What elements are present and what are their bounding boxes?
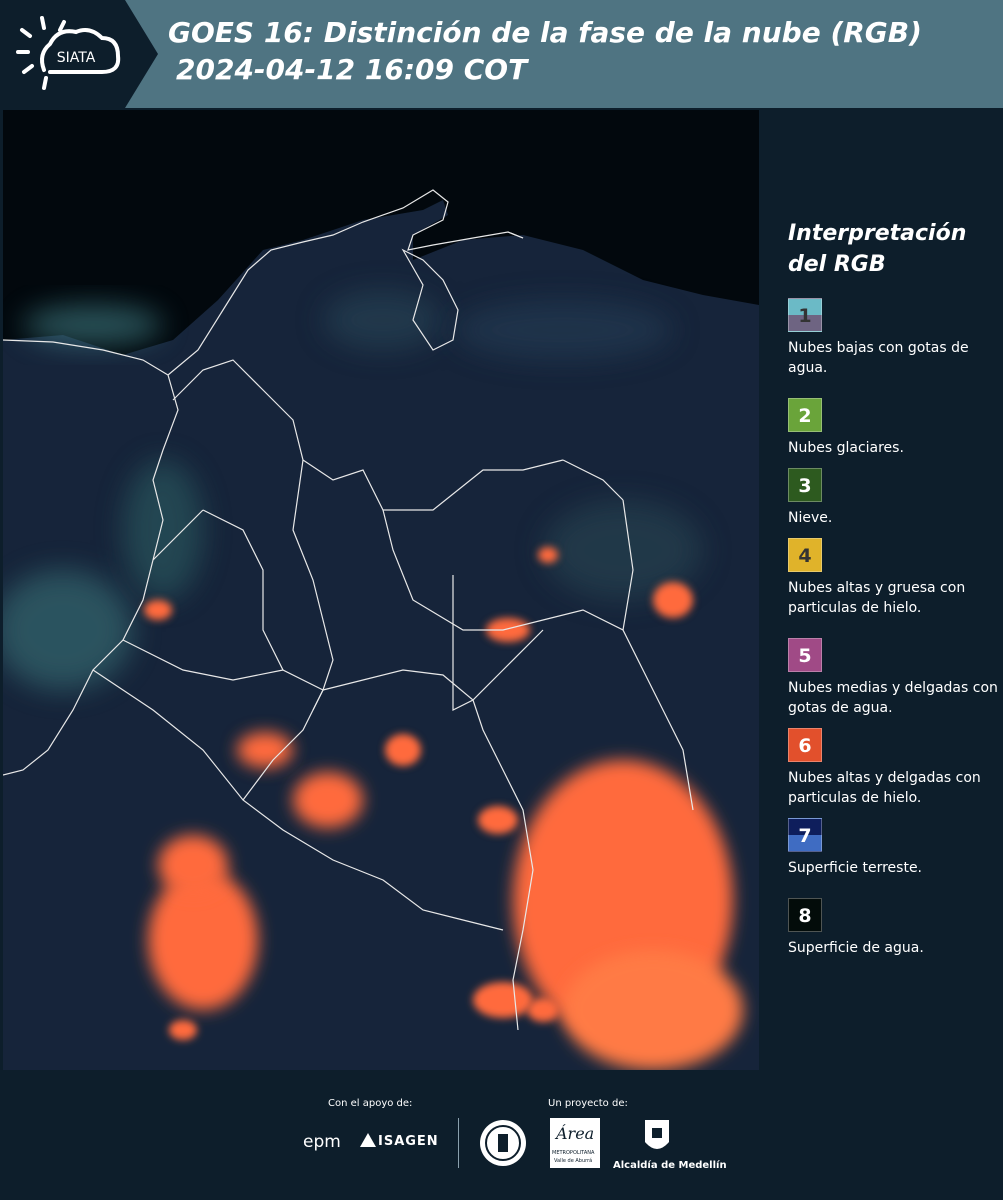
legend-label: Nieve. bbox=[788, 510, 833, 526]
area-metropolitana-logo: Área METROPOLITANA Valle de Aburrá bbox=[550, 1118, 600, 1168]
legend-swatch: 6 bbox=[788, 728, 822, 762]
legend-number: 1 bbox=[798, 305, 812, 327]
page-title: GOES 16: Distinción de la fase de la nub… bbox=[168, 14, 922, 88]
legend-swatch: 5 bbox=[788, 638, 822, 672]
legend-label: Nubes altas y delgadas con particulas de… bbox=[788, 770, 981, 806]
legend-item-4: 4 Nubes altas y gruesa con particulas de … bbox=[788, 538, 998, 618]
satellite-map[interactable] bbox=[3, 110, 759, 1070]
title-line-1: GOES 16: Distinción de la fase de la nub… bbox=[168, 16, 922, 49]
epm-logo: epm bbox=[303, 1132, 341, 1152]
legend-item-3: 3 Nieve. bbox=[788, 468, 998, 528]
legend-swatch: 7 bbox=[788, 818, 822, 852]
legend-label: Nubes altas y gruesa con particulas de h… bbox=[788, 580, 966, 616]
alcaldia-text: Alcaldía de Medellín bbox=[613, 1160, 727, 1171]
legend-number: 7 bbox=[798, 825, 812, 847]
legend-item-8: 8 Superficie de agua. bbox=[788, 898, 998, 958]
legend-label: Superficie terreste. bbox=[788, 860, 923, 876]
legend-label: Nubes medias y delgadas con gotas de agu… bbox=[788, 680, 998, 716]
legend-number: 5 bbox=[798, 645, 812, 667]
medellin-seal-icon bbox=[480, 1120, 526, 1166]
footer: Con el apoyo de: Un proyecto de: epm ISA… bbox=[0, 1070, 1003, 1200]
isagen-icon bbox=[360, 1133, 376, 1147]
alcaldia-shield-icon bbox=[645, 1120, 669, 1149]
legend-item-6: 6 Nubes altas y delgadas con particulas d… bbox=[788, 728, 998, 808]
legend-number: 4 bbox=[798, 545, 812, 567]
legend-number: 8 bbox=[798, 905, 812, 927]
header: SIATA GOES 16: Distinción de la fase de … bbox=[0, 0, 1003, 108]
footer-divider bbox=[458, 1118, 459, 1168]
legend-number: 3 bbox=[798, 475, 812, 497]
title-line-2: 2024-04-12 16:09 COT bbox=[176, 53, 528, 86]
legend-title: Interpretación del RGB bbox=[788, 221, 967, 277]
isagen-logo: ISAGEN bbox=[378, 1134, 439, 1149]
legend-label: Superficie de agua. bbox=[788, 940, 924, 956]
map-canvas bbox=[3, 110, 759, 1070]
legend-item-5: 5 Nubes medias y delgadas con gotas de ag… bbox=[788, 638, 998, 718]
legend-label: Nubes glaciares. bbox=[788, 440, 904, 456]
legend-label: Nubes bajas con gotas de agua. bbox=[788, 340, 969, 376]
legend-swatch: 1 bbox=[788, 298, 822, 332]
legend-swatch: 3 bbox=[788, 468, 822, 502]
legend-number: 6 bbox=[798, 735, 812, 757]
siata-logo: SIATA bbox=[16, 16, 121, 90]
legend-swatch: 8 bbox=[788, 898, 822, 932]
logo-text: SIATA bbox=[57, 50, 96, 66]
legend-item-2: 2 Nubes glaciares. bbox=[788, 398, 998, 458]
project-caption: Un proyecto de: bbox=[548, 1098, 628, 1109]
support-caption: Con el apoyo de: bbox=[328, 1098, 413, 1109]
legend-number: 2 bbox=[798, 405, 812, 427]
legend-swatch: 4 bbox=[788, 538, 822, 572]
legend-item-1: 1 Nubes bajas con gotas de agua. bbox=[788, 298, 998, 378]
legend-item-7: 7 Superficie terreste. bbox=[788, 818, 998, 878]
legend-panel: Interpretación del RGB 1 Nubes bajas con … bbox=[760, 110, 1003, 1070]
legend-swatch: 2 bbox=[788, 398, 822, 432]
